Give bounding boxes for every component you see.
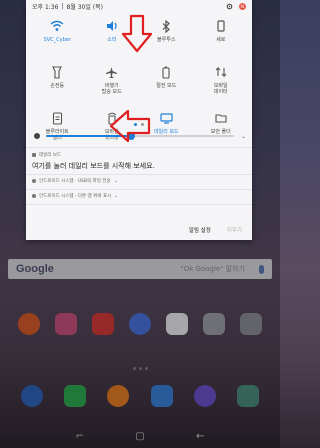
rotation-icon — [213, 18, 229, 34]
divider — [26, 204, 252, 205]
system-notification-text: 안드로이드 시스템 · 다른 앱 위에 표시 — [39, 194, 112, 199]
chevron-down-icon[interactable]: ⌄ — [114, 178, 118, 184]
annotation-arrow-down-icon — [121, 14, 153, 53]
system-notification-overlay[interactable]: 안드로이드 시스템 · 다른 앱 위에 표시 ⌄ — [32, 193, 118, 199]
qs-tile-blue-light-filter[interactable]: 블루라이트 필터 — [30, 106, 85, 148]
annotation-arrow-left-icon — [109, 109, 151, 143]
divider — [26, 174, 252, 175]
divider — [26, 189, 252, 190]
qs-tile-rotation[interactable]: 세로 — [194, 14, 249, 56]
qs-tile-label: 비행기 탑승 모드 — [101, 83, 122, 95]
chevron-down-icon[interactable]: ⌄ — [241, 133, 246, 140]
panel-actions: 알림 설정 지우기 — [189, 226, 242, 234]
notification-app-name: 데일리 보드 — [39, 153, 62, 158]
qs-tile-secure-folder[interactable]: 보안 폴더 — [194, 106, 249, 148]
qs-tile-label: SVC_Cyber — [43, 37, 71, 43]
system-notification-usb[interactable]: 안드로이드 시스템 · USB의 파일 전송 ⌄ — [32, 178, 118, 184]
qs-tile-label: 모바일 데이터 — [213, 83, 228, 95]
qs-tile-label: 손전등 — [50, 83, 65, 89]
qs-tile-airplane[interactable]: 비행기 탑승 모드 — [85, 60, 140, 102]
clear-all-button[interactable]: 지우기 — [227, 226, 242, 234]
airplane-icon — [104, 64, 120, 80]
qs-tile-label: 절전 모드 — [156, 83, 177, 89]
qs-tile-battery-saver[interactable]: 절전 모드 — [139, 60, 194, 102]
status-date: 8월 30일 (목) — [66, 3, 103, 11]
qs-tile-flashlight[interactable]: 손전등 — [30, 60, 85, 102]
chevron-down-icon[interactable]: ⌄ — [114, 193, 118, 199]
notification-title: 여기를 눌러 데일리 보드를 시작해 보세요. — [32, 162, 155, 170]
android-icon — [32, 179, 36, 183]
daily-board-small-icon — [32, 153, 36, 157]
notification-settings-button[interactable]: 알림 설정 — [189, 226, 211, 234]
panel-status-bar: 오후 1:36 | 8월 30일 (목) N — [32, 2, 246, 11]
system-notification-text: 안드로이드 시스템 · USB의 파일 전송 — [39, 179, 111, 184]
status-time: 오후 1:36 — [32, 3, 59, 11]
qs-tile-wifi[interactable]: SVC_Cyber — [30, 14, 85, 56]
daily-board-notification[interactable]: 데일리 보드 여기를 눌러 데일리 보드를 시작해 보세요. — [32, 152, 246, 171]
bluetooth-icon — [158, 18, 174, 34]
android-icon — [32, 194, 36, 198]
battery-saver-icon — [158, 64, 174, 80]
divider — [26, 147, 252, 148]
qs-tile-label: 세로 — [216, 37, 226, 43]
wifi-icon — [49, 18, 65, 34]
qs-tile-mobile-data[interactable]: 모바일 데이터 — [194, 60, 249, 102]
settings-gear-icon[interactable] — [226, 3, 233, 10]
flashlight-icon — [49, 64, 65, 80]
notification-badge: N — [239, 2, 246, 10]
sound-icon — [104, 18, 120, 34]
brightness-icon — [34, 133, 40, 139]
mobile-data-icon — [213, 64, 229, 80]
